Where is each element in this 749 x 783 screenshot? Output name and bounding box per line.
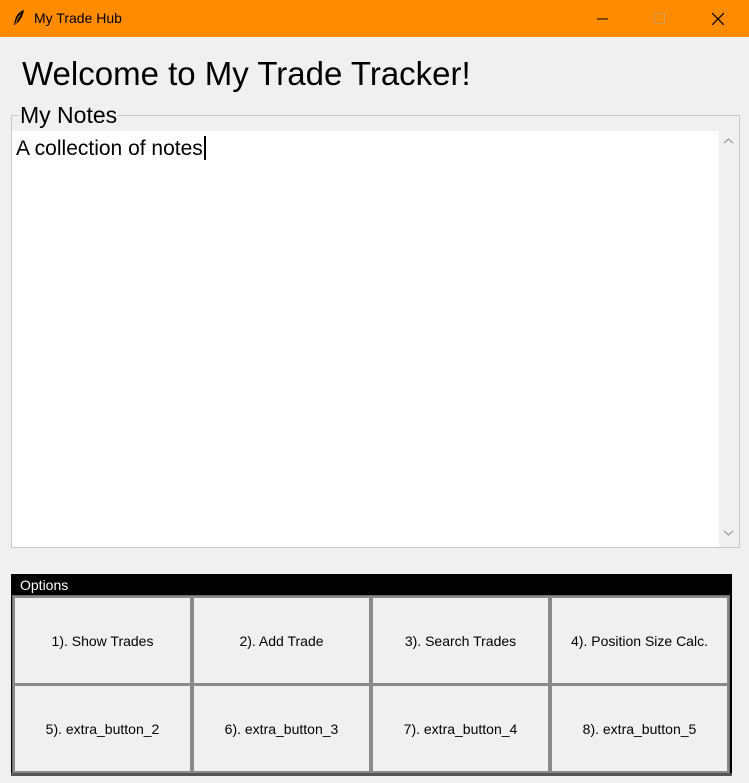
options-panel: 1). Show Trades 2). Add Trade 3). Search…	[12, 595, 730, 773]
add-trade-button[interactable]: 2). Add Trade	[192, 596, 371, 685]
notes-text: A collection of notes	[16, 137, 203, 160]
minimize-button[interactable]	[574, 0, 632, 37]
scroll-down-icon[interactable]	[723, 529, 734, 537]
page-title: Welcome to My Trade Tracker!	[22, 55, 471, 92]
notes-scrollbar[interactable]	[719, 131, 739, 547]
maximize-icon	[654, 12, 665, 24]
minimize-icon	[597, 18, 608, 19]
title-bar: My Trade Hub	[0, 0, 749, 37]
notes-content: A collection of notes	[16, 136, 206, 161]
scroll-up-icon[interactable]	[723, 137, 734, 145]
search-trades-button[interactable]: 3). Search Trades	[371, 596, 550, 685]
close-icon	[712, 12, 724, 25]
options-legend: Options	[18, 577, 71, 593]
notes-legend: My Notes	[19, 102, 119, 129]
text-caret	[203, 136, 206, 160]
feather-icon	[14, 10, 24, 25]
show-trades-button[interactable]: 1). Show Trades	[13, 596, 192, 685]
extra-button-3[interactable]: 6). extra_button_3	[192, 684, 371, 773]
notes-textarea[interactable]: A collection of notes	[12, 131, 719, 547]
extra-button-4[interactable]: 7). extra_button_4	[371, 684, 550, 773]
extra-button-2[interactable]: 5). extra_button_2	[13, 684, 192, 773]
position-size-calc-button[interactable]: 4). Position Size Calc.	[550, 596, 729, 685]
window-title: My Trade Hub	[34, 10, 122, 26]
extra-button-5[interactable]: 8). extra_button_5	[550, 684, 729, 773]
close-button[interactable]	[689, 0, 747, 37]
maximize-button[interactable]	[631, 0, 689, 37]
